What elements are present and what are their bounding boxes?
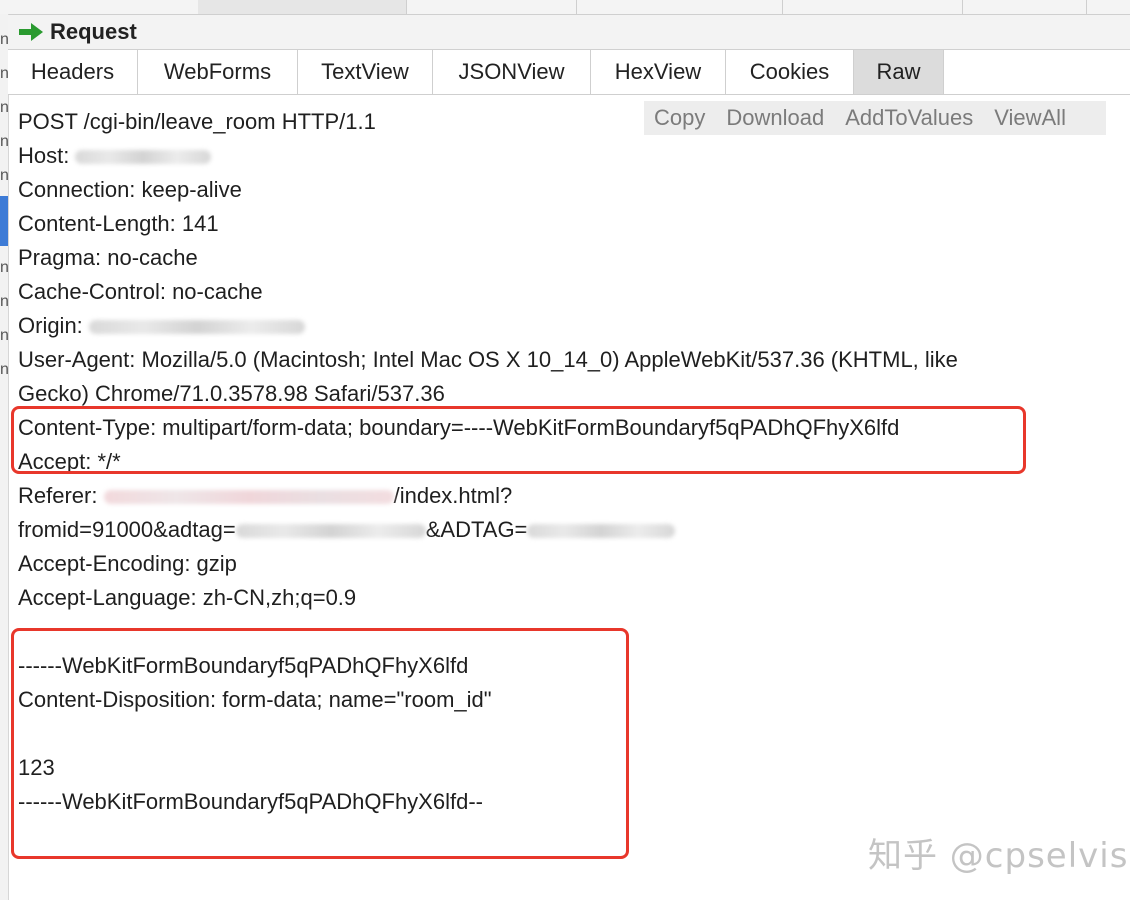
tab-raw[interactable]: Raw	[854, 50, 944, 94]
cache-control-header: Cache-Control: no-cache	[18, 279, 263, 304]
left-session-list-edge[interactable]: n n n n n n n n n	[0, 14, 9, 900]
redacted-adtag	[235, 524, 426, 539]
redacted-origin	[88, 320, 305, 335]
top-column-strip	[0, 0, 1130, 15]
request-line: POST /cgi-bin/leave_room HTTP/1.1	[18, 109, 376, 134]
inspector-tab-bar: Headers WebForms TextView JSONView HexVi…	[8, 50, 1130, 95]
referer-header: Referer: /index.html?	[18, 479, 512, 513]
watermark: 知乎 @cpselvis	[868, 836, 1129, 876]
content-length-header: Content-Length: 141	[18, 211, 219, 236]
fromid-param: fromid=91000&adtag=	[18, 517, 236, 542]
origin-label: Origin:	[18, 313, 89, 338]
tab-headers[interactable]: Headers	[8, 50, 138, 94]
host-label: Host:	[18, 143, 76, 168]
connection-header: Connection: keep-alive	[18, 177, 242, 202]
pragma-header: Pragma: no-cache	[18, 245, 198, 270]
accept-language-header: Accept-Language: zh-CN,zh;q=0.9	[18, 585, 357, 610]
redacted-referer	[103, 490, 394, 505]
referer-label: Referer:	[18, 483, 104, 508]
download-button[interactable]: Download	[726, 105, 824, 131]
redacted-host	[75, 150, 212, 165]
referer-query-line: fromid=91000&adtag= &ADTAG=	[18, 513, 676, 547]
referer-path: /index.html?	[393, 483, 513, 508]
view-all-button[interactable]: ViewAll	[994, 105, 1066, 131]
tab-jsonview[interactable]: JSONView	[433, 50, 591, 94]
host-header: Host:	[18, 139, 212, 173]
tab-webforms[interactable]: WebForms	[138, 50, 298, 94]
accept-encoding-header: Accept-Encoding: gzip	[18, 551, 237, 576]
adtag-param: &ADTAG=	[425, 517, 528, 542]
request-title: Request	[50, 19, 137, 44]
multipart-body-highlight-box	[11, 628, 629, 859]
copy-button[interactable]: Copy	[654, 105, 705, 131]
request-section-header: Request	[8, 15, 1130, 50]
origin-header: Origin:	[18, 309, 305, 343]
redacted-adtag-value	[527, 524, 676, 539]
tab-textview[interactable]: TextView	[298, 50, 433, 94]
tab-hexview[interactable]: HexView	[591, 50, 726, 94]
add-to-values-button[interactable]: AddToValues	[845, 105, 973, 131]
tab-cookies[interactable]: Cookies	[726, 50, 854, 94]
raw-actions-bar: Copy Download AddToValues ViewAll	[644, 101, 1106, 135]
content-type-highlight-box	[11, 406, 1026, 474]
green-right-arrow-icon	[19, 23, 43, 41]
user-agent-header-line1: User-Agent: Mozilla/5.0 (Macintosh; Inte…	[18, 347, 958, 372]
